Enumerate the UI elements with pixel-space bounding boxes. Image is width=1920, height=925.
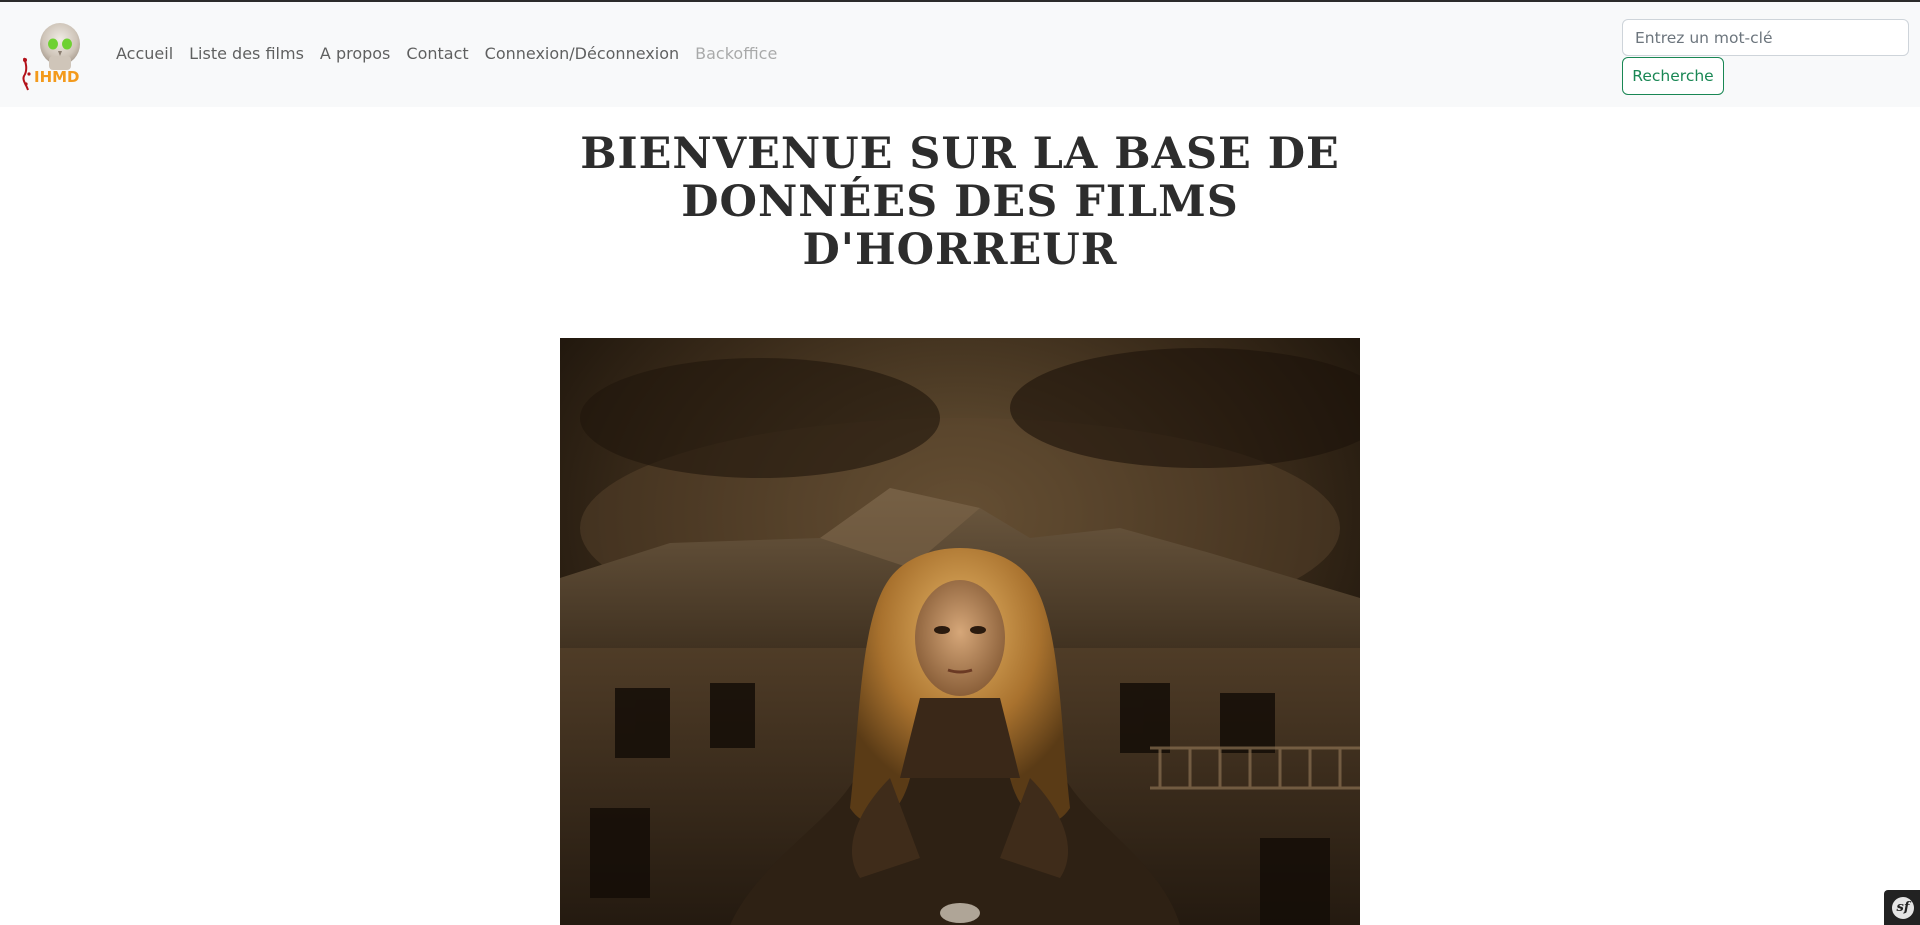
nav-link-a-propos[interactable]: A propos <box>312 44 398 63</box>
navbar: IHMD Accueil Liste des films A propos Co… <box>0 2 1920 107</box>
nav-link-accueil[interactable]: Accueil <box>116 44 181 63</box>
horror-woman-haunted-house-image <box>560 338 1360 925</box>
nav-menu: Accueil Liste des films A propos Contact… <box>116 44 785 63</box>
logo-text: IHMD <box>34 68 80 86</box>
search-button[interactable]: Recherche <box>1622 57 1724 95</box>
symfony-icon: sf <box>1892 897 1914 919</box>
nav-link-liste-des-films[interactable]: Liste des films <box>181 44 312 63</box>
search-input[interactable] <box>1622 19 1909 56</box>
skull-logo-icon[interactable]: IHMD <box>16 18 88 92</box>
nav-link-contact[interactable]: Contact <box>398 44 476 63</box>
page-title: BIENVENUE SUR LA BASE DE DONNÉES DES FIL… <box>580 129 1340 275</box>
nav-link-connexion[interactable]: Connexion/Déconnexion <box>477 44 687 63</box>
nav-link-backoffice: Backoffice <box>695 44 778 63</box>
symfony-debug-toolbar-button[interactable]: sf <box>1884 890 1920 925</box>
